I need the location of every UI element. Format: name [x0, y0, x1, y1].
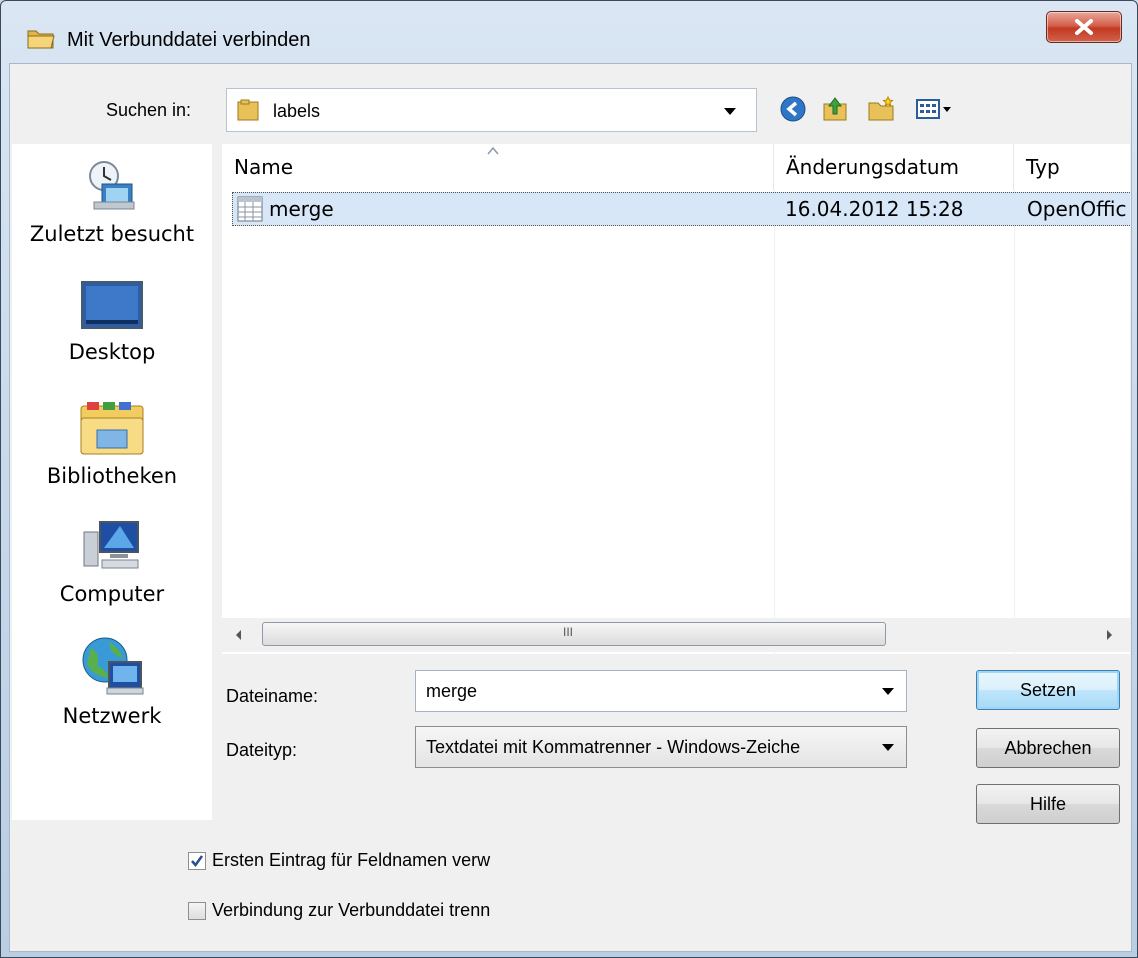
scrollbar-grip: III: [563, 625, 574, 639]
column-divider: [1014, 190, 1015, 654]
scrollbar-thumb[interactable]: III: [262, 622, 886, 646]
lookin-dropdown[interactable]: labels: [226, 88, 757, 132]
column-header-label: Typ: [1026, 155, 1060, 179]
disconnect-datasource-checkbox[interactable]: [188, 902, 206, 920]
new-folder-icon[interactable]: [866, 94, 896, 124]
libraries-icon: [80, 402, 144, 455]
place-label-desktop: Desktop: [68, 340, 156, 364]
set-button[interactable]: Setzen: [976, 670, 1120, 710]
filetype-label: Dateityp:: [226, 740, 298, 760]
up-folder-icon[interactable]: [820, 94, 850, 124]
computer-icon: [83, 521, 139, 569]
recent-places-icon: [89, 161, 135, 210]
file-name: merge: [269, 197, 334, 221]
checkmark-icon: [191, 855, 204, 868]
place-label-libraries: Bibliotheken: [46, 464, 178, 488]
dialog-body: Suchen in: labels Zuletzt besucht Deskto…: [9, 63, 1132, 952]
folder-open-icon: [27, 30, 55, 49]
chevron-down-icon[interactable]: [882, 688, 894, 695]
column-header-type[interactable]: Typ: [1014, 144, 1130, 190]
chevron-down-icon[interactable]: [724, 108, 736, 115]
column-header-label: Name: [234, 155, 294, 179]
place-computer[interactable]: Computer: [12, 518, 212, 606]
view-menu-icon[interactable]: [914, 94, 954, 124]
first-row-fieldnames-checkbox[interactable]: [188, 852, 206, 870]
filetype-select[interactable]: Textdatei mit Kommatrenner - Windows-Zei…: [415, 726, 907, 768]
help-button[interactable]: Hilfe: [976, 784, 1120, 824]
place-label-computer: Computer: [59, 582, 165, 606]
file-row[interactable]: merge 16.04.2012 15:28 OpenOffic: [232, 192, 1130, 226]
scroll-left-icon[interactable]: [232, 628, 246, 642]
place-recent[interactable]: Zuletzt besucht: [12, 156, 212, 246]
place-desktop[interactable]: Desktop: [12, 280, 212, 364]
back-icon[interactable]: [778, 94, 808, 124]
filename-label: Dateiname:: [226, 686, 319, 706]
column-divider: [774, 190, 775, 654]
place-network[interactable]: Netzwerk: [12, 636, 212, 728]
filetype-value: Textdatei mit Kommatrenner - Windows-Zei…: [426, 737, 801, 757]
desktop-icon: [81, 281, 143, 329]
sort-ascending-icon: [487, 146, 499, 155]
title-bar[interactable]: Mit Verbunddatei verbinden: [1, 1, 1137, 51]
places-bar: Zuletzt besucht Desktop Bibliotheken Com…: [12, 144, 212, 820]
file-list[interactable]: Name Änderungsdatum Typ merge 16.04.2012…: [222, 144, 1130, 654]
place-label-network: Netzwerk: [62, 704, 162, 728]
folder-icon: [237, 99, 259, 121]
dialog-window: Mit Verbunddatei verbinden Suchen in: la…: [0, 0, 1138, 958]
lookin-label: Suchen in:: [106, 100, 192, 120]
column-header-date[interactable]: Änderungsdatum: [774, 144, 1014, 190]
close-icon: [1075, 19, 1093, 35]
file-date: 16.04.2012 15:28: [785, 197, 964, 221]
place-label-recent: Zuletzt besucht: [29, 222, 195, 246]
network-icon: [82, 637, 144, 695]
close-button[interactable]: [1046, 11, 1122, 43]
spreadsheet-file-icon: [237, 196, 263, 222]
first-row-fieldnames-label[interactable]: Ersten Eintrag für Feldnamen verw: [212, 850, 490, 871]
disconnect-datasource-label[interactable]: Verbindung zur Verbunddatei trenn: [212, 900, 490, 921]
scroll-right-icon[interactable]: [1102, 628, 1116, 642]
column-header-name[interactable]: Name: [222, 144, 774, 190]
place-libraries[interactable]: Bibliotheken: [12, 400, 212, 488]
chevron-down-icon[interactable]: [882, 744, 894, 751]
filename-value: merge: [426, 681, 478, 701]
lookin-value: labels: [273, 101, 321, 121]
file-type: OpenOffic: [1027, 197, 1127, 221]
column-header-label: Änderungsdatum: [786, 155, 959, 179]
window-title: Mit Verbunddatei verbinden: [67, 29, 311, 51]
horizontal-scrollbar[interactable]: III: [222, 618, 1130, 652]
cancel-button[interactable]: Abbrechen: [976, 728, 1120, 768]
filename-input[interactable]: merge: [415, 670, 907, 712]
